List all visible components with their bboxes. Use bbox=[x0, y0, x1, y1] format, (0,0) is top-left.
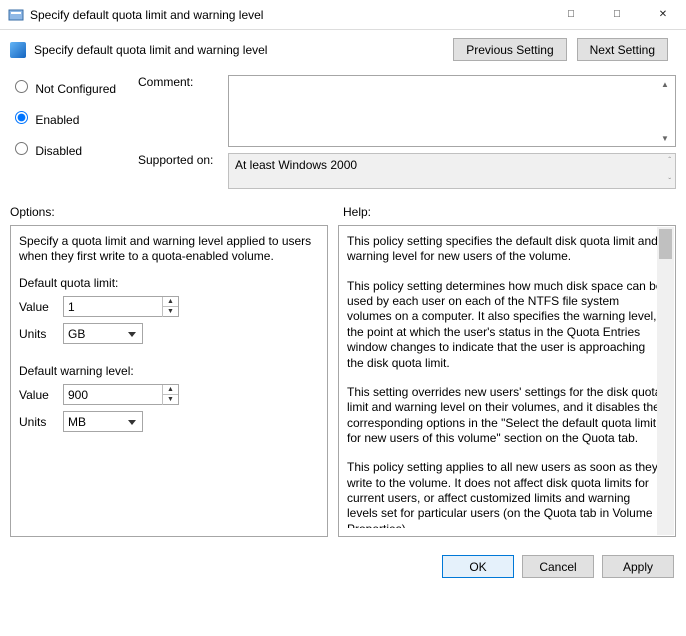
policy-icon bbox=[10, 42, 26, 58]
warning-value-up-icon[interactable]: ▲ bbox=[163, 385, 178, 395]
supported-label: Supported on: bbox=[138, 153, 228, 189]
help-pane: This policy setting specifies the defaul… bbox=[338, 225, 676, 537]
radio-enabled-input[interactable] bbox=[15, 111, 28, 124]
warning-group-label: Default warning level: bbox=[19, 364, 319, 378]
radio-disabled[interactable]: Disabled bbox=[10, 139, 126, 158]
ok-button[interactable]: OK bbox=[442, 555, 514, 578]
options-section-label: Options: bbox=[10, 205, 343, 219]
cancel-button[interactable]: Cancel bbox=[522, 555, 594, 578]
radio-not-configured-input[interactable] bbox=[15, 80, 28, 93]
help-text-area[interactable]: This policy setting specifies the defaul… bbox=[347, 234, 667, 528]
help-scrollbar[interactable] bbox=[657, 227, 674, 535]
quota-value-label: Value bbox=[19, 300, 63, 314]
app-icon bbox=[8, 7, 24, 23]
quota-value-up-icon[interactable]: ▲ bbox=[163, 297, 178, 307]
radio-not-configured-label: Not Configured bbox=[35, 82, 116, 96]
quota-units-label: Units bbox=[19, 327, 63, 341]
apply-button[interactable]: Apply bbox=[602, 555, 674, 578]
warning-units-label: Units bbox=[19, 415, 63, 429]
next-setting-button[interactable]: Next Setting bbox=[577, 38, 668, 61]
radio-disabled-label: Disabled bbox=[35, 144, 82, 158]
help-scrollbar-thumb[interactable] bbox=[659, 229, 672, 259]
radio-disabled-input[interactable] bbox=[15, 142, 28, 155]
warning-value-text[interactable]: 900 bbox=[64, 388, 162, 402]
quota-value-down-icon[interactable]: ▼ bbox=[163, 307, 178, 317]
comment-label: Comment: bbox=[138, 75, 228, 147]
options-pane: Specify a quota limit and warning level … bbox=[10, 225, 328, 537]
help-section-label: Help: bbox=[343, 205, 676, 219]
warning-value-down-icon[interactable]: ▼ bbox=[163, 395, 178, 405]
help-p4: This policy setting applies to all new u… bbox=[347, 460, 663, 528]
quota-value-input[interactable]: 1 ▲▼ bbox=[63, 296, 179, 317]
previous-setting-button[interactable]: Previous Setting bbox=[453, 38, 566, 61]
quota-group-label: Default quota limit: bbox=[19, 276, 319, 290]
state-radio-group: Not Configured Enabled Disabled bbox=[10, 75, 126, 195]
radio-enabled[interactable]: Enabled bbox=[10, 108, 126, 127]
minimize-button[interactable]:  bbox=[548, 0, 594, 30]
quota-value-text[interactable]: 1 bbox=[64, 300, 162, 314]
comment-scroll-up-icon[interactable]: ▲ bbox=[659, 80, 671, 92]
warning-value-label: Value bbox=[19, 388, 63, 402]
help-p1: This policy setting specifies the defaul… bbox=[347, 234, 663, 265]
comment-scroll-down-icon[interactable]: ▼ bbox=[659, 134, 671, 146]
quota-units-select[interactable]: GB bbox=[63, 323, 143, 344]
window-title: Specify default quota limit and warning … bbox=[30, 8, 548, 22]
comment-textarea[interactable]: ▲ ▼ bbox=[228, 75, 676, 147]
header-row: Specify default quota limit and warning … bbox=[0, 30, 686, 75]
help-p3: This setting overrides new users' settin… bbox=[347, 385, 663, 446]
supported-on-box: At least Windows 2000 ˆ ˇ bbox=[228, 153, 676, 189]
maximize-button[interactable]:  bbox=[594, 0, 640, 30]
quota-units-value: GB bbox=[68, 327, 85, 341]
radio-not-configured[interactable]: Not Configured bbox=[10, 77, 126, 96]
help-p2: This policy setting determines how much … bbox=[347, 279, 663, 371]
footer-buttons: OK Cancel Apply bbox=[0, 543, 686, 590]
warning-value-input[interactable]: 900 ▲▼ bbox=[63, 384, 179, 405]
warning-units-select[interactable]: MB bbox=[63, 411, 143, 432]
radio-enabled-label: Enabled bbox=[35, 113, 79, 127]
supported-scroll-up-icon: ˆ bbox=[668, 156, 671, 165]
options-description: Specify a quota limit and warning level … bbox=[19, 234, 319, 264]
warning-units-value: MB bbox=[68, 415, 86, 429]
subtitle: Specify default quota limit and warning … bbox=[34, 43, 453, 57]
supported-on-value: At least Windows 2000 bbox=[235, 158, 357, 172]
close-button[interactable]: ✕ bbox=[640, 0, 686, 30]
titlebar: Specify default quota limit and warning … bbox=[0, 0, 686, 30]
supported-scroll-down-icon: ˇ bbox=[668, 177, 671, 186]
